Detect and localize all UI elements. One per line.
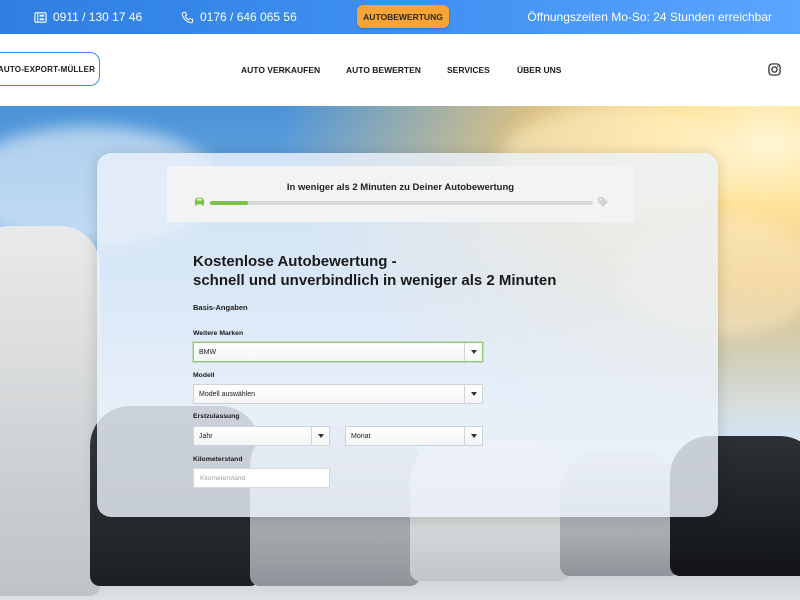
page-title: Kostenlose Autobewertung - schnell und u…: [193, 252, 556, 290]
brand-select-value: BMW: [199, 348, 217, 356]
mileage-label: Kilometerstand: [193, 456, 243, 463]
progress-track: [210, 201, 593, 205]
chevron-down-icon[interactable]: [464, 343, 482, 361]
nav-auto-verkaufen[interactable]: AUTO VERKAUFEN: [241, 65, 320, 75]
brand-label: Weitere Marken: [193, 330, 244, 337]
chevron-down-icon[interactable]: [464, 427, 482, 445]
price-tag-icon: [598, 197, 608, 207]
nav-ueber-uns[interactable]: ÜBER UNS: [517, 65, 561, 75]
chevron-down-icon[interactable]: [311, 427, 329, 445]
chevron-down-icon[interactable]: [464, 385, 482, 403]
nav-services[interactable]: SERVICES: [447, 65, 490, 75]
car-icon: [194, 197, 205, 206]
headline-line-2: schnell und unverbindlich in weniger als…: [193, 272, 557, 289]
mileage-input[interactable]: Kilometerstand: [193, 468, 330, 488]
progress-panel: In weniger als 2 Minuten zu Deiner Autob…: [167, 166, 634, 222]
month-select-value: Monat: [351, 432, 371, 440]
brand-select[interactable]: BMW: [193, 342, 483, 362]
autobewertung-button[interactable]: AUTOBEWERTUNG: [357, 5, 449, 28]
headline-line-1: Kostenlose Autobewertung -: [193, 253, 397, 270]
nav-auto-bewerten[interactable]: AUTO BEWERTEN: [346, 65, 421, 75]
progress-fill: [210, 201, 249, 205]
phone-2-link[interactable]: 0176 / 646 065 56: [181, 10, 297, 24]
model-select-value: Modell auswählen: [199, 390, 256, 398]
fax-icon: [34, 11, 47, 23]
instagram-icon[interactable]: [768, 63, 781, 76]
logo[interactable]: AUTO-EXPORT-MÜLLER: [0, 52, 100, 86]
top-bar: 0911 / 130 17 46 0176 / 646 065 56 AUTOB…: [0, 0, 800, 34]
phone-1-text: 0911 / 130 17 46: [53, 10, 143, 24]
section-title: Basis-Angaben: [193, 303, 248, 312]
main-navigation: AUTO-EXPORT-MÜLLER AUTO VERKAUFEN AUTO B…: [0, 34, 800, 106]
year-select[interactable]: Jahr: [193, 426, 330, 446]
registration-label: Erstzulassung: [193, 413, 240, 420]
car-shape: [0, 226, 100, 596]
month-select[interactable]: Monat: [345, 426, 483, 446]
phone-1-link[interactable]: 0911 / 130 17 46: [34, 10, 142, 24]
phone-2-text: 0176 / 646 065 56: [200, 10, 297, 24]
progress-title: In weniger als 2 Minuten zu Deiner Autob…: [286, 182, 515, 193]
phone-icon: [181, 11, 194, 23]
mileage-placeholder: Kilometerstand: [200, 474, 246, 482]
opening-hours: Öffnungszeiten Mo-So: 24 Stunden erreich…: [527, 10, 772, 24]
model-select[interactable]: Modell auswählen: [193, 384, 483, 404]
year-select-value: Jahr: [199, 432, 213, 440]
model-label: Modell: [193, 372, 215, 379]
